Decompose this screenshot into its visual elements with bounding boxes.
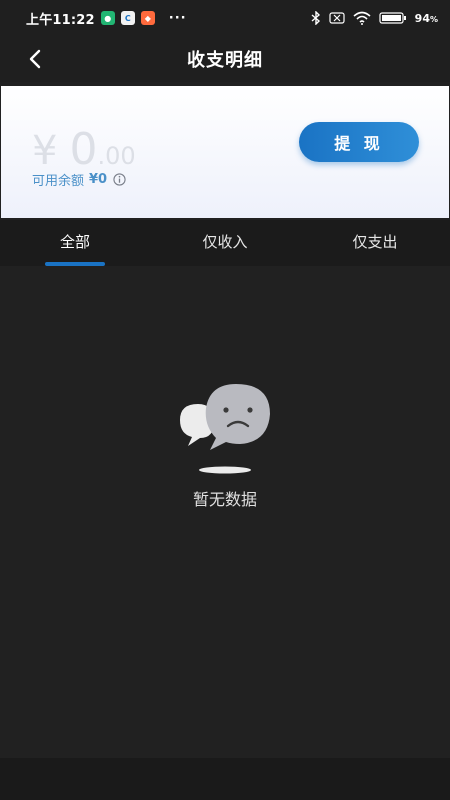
bluetooth-icon bbox=[311, 11, 320, 25]
balance-amount: ¥0.00 bbox=[32, 124, 136, 175]
battery-percent: 94% bbox=[414, 11, 438, 25]
bottom-navigation-area bbox=[0, 758, 450, 800]
filter-tabs: 全部 仅收入 仅支出 bbox=[0, 220, 450, 266]
no-sim-icon bbox=[329, 12, 345, 24]
status-bar: 上午11:22 ● C ◆ ··· 94% bbox=[0, 0, 450, 36]
battery-icon bbox=[379, 12, 406, 24]
empty-state: 暂无数据 bbox=[0, 380, 450, 510]
tab-expense-only[interactable]: 仅支出 bbox=[300, 220, 450, 266]
withdraw-button[interactable]: 提 现 bbox=[299, 122, 419, 162]
empty-state-text: 暂无数据 bbox=[192, 490, 257, 509]
wifi-icon bbox=[353, 11, 371, 25]
notification-app-icon: C bbox=[120, 11, 135, 25]
notification-app-icon: ● bbox=[100, 11, 115, 25]
currency-symbol: ¥ bbox=[32, 128, 58, 174]
active-tab-indicator bbox=[45, 262, 105, 266]
status-time: 上午11:22 bbox=[26, 12, 95, 28]
page-title: 收支明细 bbox=[187, 50, 263, 71]
available-value: ¥0 bbox=[89, 172, 108, 187]
available-balance: 可用余额 ¥0 bbox=[32, 170, 126, 189]
tab-income-only[interactable]: 仅收入 bbox=[150, 220, 300, 266]
balance-decimal: .00 bbox=[97, 142, 136, 170]
tab-all[interactable]: 全部 bbox=[0, 220, 150, 266]
nav-bar: 收支明细 bbox=[0, 36, 450, 82]
sad-chat-bubble-icon bbox=[180, 384, 270, 474]
available-label: 可用余额 bbox=[32, 174, 85, 189]
chevron-left-icon[interactable] bbox=[24, 47, 48, 71]
balance-integer: 0 bbox=[69, 124, 98, 175]
notification-app-icon: ◆ bbox=[140, 11, 155, 25]
balance-card: ¥0.00 可用余额 ¥0 提 现 bbox=[1, 86, 449, 218]
info-icon[interactable] bbox=[113, 173, 126, 186]
more-notifications-icon: ··· bbox=[168, 10, 187, 26]
